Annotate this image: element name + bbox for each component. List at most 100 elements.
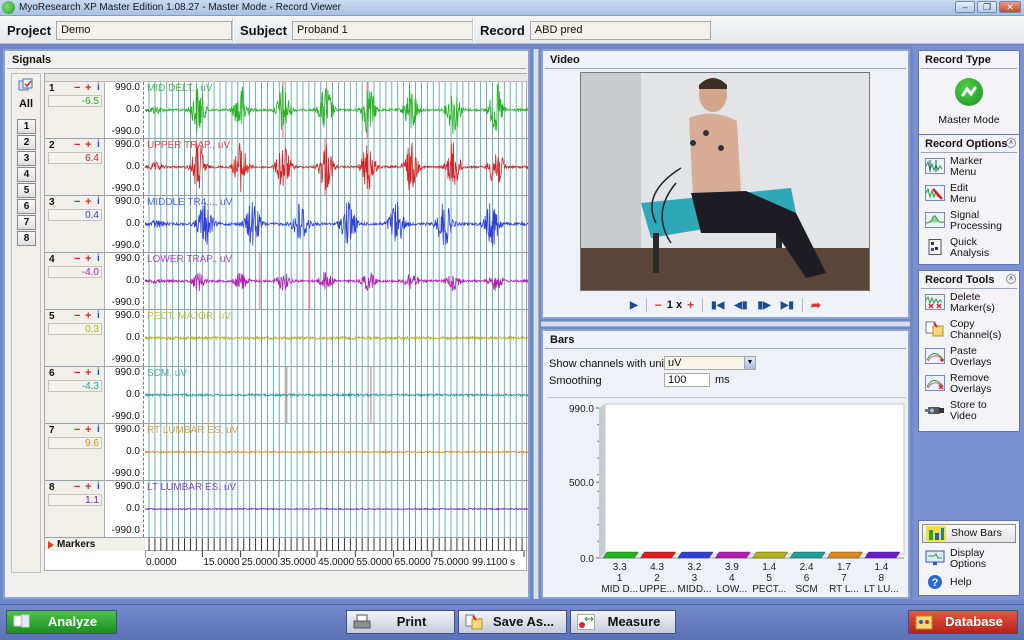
record-field[interactable]: ABD pred [529,20,711,40]
signal-plot-area[interactable]: 1− + i -6.5 990.0 0.0 -990.0 MID DELT., uV 2− + i 6… [44,73,528,552]
channel-info-icon[interactable]: i [97,310,100,321]
scale-up-icon[interactable]: + [85,367,91,379]
scale-down-icon[interactable]: − [74,196,80,208]
save-as-button[interactable]: Save As... [458,610,567,634]
channel-button-3[interactable]: 3 [17,151,36,166]
bar-chart: 990.0 500.0 0.0 3.3 1 MID D... 4.3 2 UPPE... 3.2 3… [547,397,906,595]
horizontal-splitter[interactable] [541,321,910,327]
edit-menu-button[interactable]: Edit Menu [919,180,1019,207]
channel-button-8[interactable]: 8 [17,231,36,246]
channel-info-icon[interactable]: i [97,367,100,378]
minimize-button[interactable]: – [955,1,975,13]
subject-field[interactable]: Proband 1 [291,20,473,40]
collapse-up-icon[interactable]: ∧ [1006,138,1016,148]
units-select[interactable]: uV ▼ [664,356,756,370]
scale-up-icon[interactable]: + [85,196,91,208]
channel-plot[interactable]: LOWER TRAP., uV [145,253,528,309]
scale-down-icon[interactable]: − [74,424,80,436]
scale-down-icon[interactable]: − [74,82,80,94]
channel-info-icon[interactable]: i [97,424,100,435]
channel-plot[interactable]: RT LUMBAR ES, uV [145,424,528,480]
channel-plot[interactable]: LT LUMBAR ES, uV [145,481,528,537]
video-image [581,73,869,290]
channel-info-icon[interactable]: i [97,139,100,150]
copy-channels-button[interactable]: Copy Channel(s) [919,316,1019,343]
show-bars-button[interactable]: Show Bars [922,524,1016,543]
channel-button-1[interactable]: 1 [17,119,36,134]
scale-down-icon[interactable]: − [74,253,80,265]
scale-down-icon[interactable]: − [74,481,80,493]
step-forward-icon[interactable]: ▮▶ [757,300,770,311]
quick-analysis-button[interactable]: Quick Analysis [919,234,1019,261]
skip-to-start-icon[interactable]: ▮◀ [711,300,724,311]
paste-overlays-button[interactable]: Paste Overlays [919,343,1019,370]
speed-up-icon[interactable]: + [687,298,694,312]
delete-markers-icon [925,294,945,310]
remove-overlays-button[interactable]: Remove Overlays [919,370,1019,397]
svg-text:?: ? [932,577,939,589]
all-channels-button[interactable]: All [12,98,40,110]
channel-overlay-icon[interactable] [18,78,34,92]
scale-up-icon[interactable]: + [85,481,91,493]
database-button[interactable]: Database [908,610,1018,634]
scale-down-icon[interactable]: − [74,367,80,379]
collapse-up-icon[interactable]: ∧ [1006,274,1016,284]
channel-button-4[interactable]: 4 [17,167,36,182]
scale-down-icon[interactable]: − [74,310,80,322]
display-options-button[interactable]: Display Options [919,545,1019,572]
vertical-splitter[interactable] [533,49,539,599]
delete-markers-button[interactable]: Delete Marker(s) [919,289,1019,316]
record-label: Record [480,22,525,38]
channel-plot[interactable]: PECT. MAJOR, uV [145,310,528,366]
channel-value: 6.4 [48,152,102,164]
export-clip-icon[interactable]: ➦ [811,298,821,312]
channel-info-icon[interactable]: i [97,481,100,492]
scale-up-icon[interactable]: + [85,82,91,94]
channel-plot[interactable]: SCM, uV [145,367,528,423]
skip-to-end-icon[interactable]: ▶▮ [781,300,794,311]
channel-number: 2 [49,140,55,151]
channel-plot[interactable]: UPPER TRAP., uV [145,139,528,195]
bar [789,551,826,559]
scale-down-icon[interactable]: − [74,139,80,151]
speed-down-icon[interactable]: − [655,298,662,312]
marker-menu-button[interactable]: Marker Menu [919,153,1019,180]
print-button[interactable]: Print [346,610,455,634]
video-frame[interactable] [580,72,870,291]
play-icon[interactable]: ▶ [630,300,638,311]
markers-text: Markers [57,539,96,550]
bar-channel-number: 4 [729,573,735,584]
channel-button-7[interactable]: 7 [17,215,36,230]
scale-up-icon[interactable]: + [85,424,91,436]
close-button[interactable]: ✕ [999,1,1021,13]
channel-button-6[interactable]: 6 [17,199,36,214]
scale-up-icon[interactable]: + [85,253,91,265]
chevron-down-icon[interactable]: ▼ [744,357,755,369]
channel-info-icon[interactable]: i [97,253,100,264]
channel-name-label: RT LUMBAR ES, uV [147,425,239,436]
channel-plot[interactable]: MID DELT., uV [145,82,528,138]
channel-info-icon[interactable]: i [97,196,100,207]
channel-value: -4.3 [48,380,102,392]
channel-info-icon[interactable]: i [97,82,100,93]
channel-value: 9.6 [48,437,102,449]
step-back-icon[interactable]: ◀▮ [734,300,747,311]
markers-row[interactable]: Markers [45,538,528,552]
channel-button-5[interactable]: 5 [17,183,36,198]
project-field[interactable]: Demo [56,20,233,40]
smoothing-input[interactable]: 100 [664,373,710,387]
channel-plot[interactable]: MIDDLE TR4..., uV [145,196,528,252]
help-button[interactable]: ? Help [919,571,1019,593]
markers-label[interactable]: Markers [45,538,145,552]
analyze-button[interactable]: Analyze [6,610,117,634]
scale-up-icon[interactable]: + [85,139,91,151]
signal-processing-button[interactable]: Signal Processing [919,207,1019,234]
channel-button-2[interactable]: 2 [17,135,36,150]
store-to-video-button[interactable]: Store to Video [919,397,1019,424]
restore-button[interactable]: ❐ [977,1,997,13]
scale-up-icon[interactable]: + [85,310,91,322]
display-options-icon [925,550,945,565]
measure-button[interactable]: Measure [570,610,676,634]
channel-controls: 5 − + i 0.3 [45,310,105,366]
channel-controls: 8 − + i 1.1 [45,481,105,537]
